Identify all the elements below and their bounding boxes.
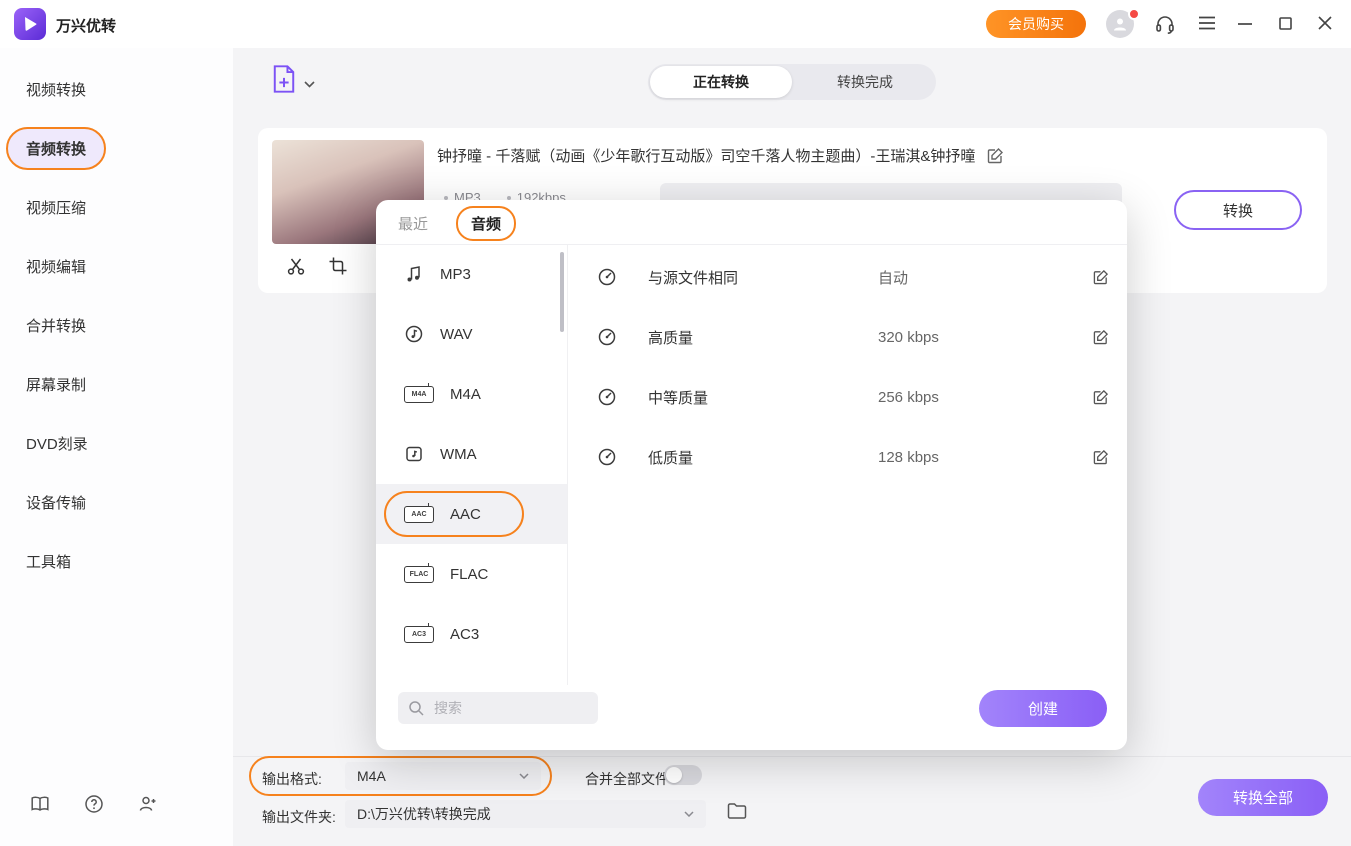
edit-quality-icon[interactable] <box>1093 269 1109 285</box>
status-tabs: 正在转换 转换完成 <box>648 64 936 100</box>
notification-dot <box>1128 8 1140 20</box>
merge-all-label: 合并全部文件 <box>585 769 669 789</box>
quality-gauge-icon <box>597 267 617 287</box>
title-bar: 万兴优转 会员购买 <box>0 0 1351 49</box>
output-format-label: 输出格式: <box>262 769 322 789</box>
sidebar-item-merge-convert[interactable]: 合并转换 <box>6 296 227 355</box>
popup-column-divider <box>567 245 568 685</box>
quality-gauge-icon <box>597 327 617 347</box>
trim-scissors-icon[interactable] <box>286 256 306 276</box>
sidebar: 视频转换 音频转换 视频压缩 视频编辑 合并转换 屏幕录制 DVD刻录 设备传输… <box>0 48 234 846</box>
app-logo-icon <box>14 8 46 40</box>
mp3-icon <box>404 264 424 284</box>
format-item-wav[interactable]: WAV <box>376 304 567 364</box>
format-item-flac[interactable]: FLAC FLAC <box>376 544 567 604</box>
quality-row-low[interactable]: 低质量 128 kbps <box>597 427 1109 487</box>
quality-gauge-icon <box>597 447 617 467</box>
buy-membership-button[interactable]: 会员购买 <box>986 10 1086 38</box>
add-file-button[interactable] <box>270 64 315 94</box>
format-list-scrollbar[interactable] <box>560 252 564 332</box>
sidebar-item-toolbox[interactable]: 工具箱 <box>6 532 227 591</box>
sidebar-item-video-edit[interactable]: 视频编辑 <box>6 237 227 296</box>
popup-tab-recent[interactable]: 最近 <box>398 213 428 234</box>
bullet-dot <box>507 196 511 200</box>
search-input[interactable] <box>432 699 576 717</box>
sidebar-item-device-transfer[interactable]: 设备传输 <box>6 473 227 532</box>
task-title: 钟抒曈 - 千落赋（动画《少年歌行互动版》司空千落人物主题曲）-王瑞淇&钟抒曈 <box>437 145 975 166</box>
convert-button[interactable]: 转换 <box>1174 190 1302 230</box>
crop-icon[interactable] <box>328 256 348 276</box>
tab-converting[interactable]: 正在转换 <box>650 66 792 98</box>
output-folder-select[interactable]: D:\万兴优转\转换完成 <box>345 800 706 828</box>
close-button[interactable] <box>1318 16 1332 30</box>
edit-quality-icon[interactable] <box>1093 329 1109 345</box>
open-folder-icon[interactable] <box>727 802 747 820</box>
maximize-button[interactable] <box>1279 17 1292 30</box>
edit-quality-icon[interactable] <box>1093 449 1109 465</box>
ac3-icon: AC3 <box>404 626 434 643</box>
aac-icon: AAC <box>404 506 434 523</box>
create-preset-button[interactable]: 创建 <box>979 690 1107 727</box>
quality-row-same-as-source[interactable]: 与源文件相同 自动 <box>597 247 1109 307</box>
format-item-wma[interactable]: WMA <box>376 424 567 484</box>
sidebar-item-audio-convert[interactable]: 音频转换 <box>6 119 227 178</box>
chevron-down-icon <box>519 773 529 779</box>
popup-tab-audio[interactable]: 音频 <box>456 206 516 241</box>
format-popup: 最近 音频 MP3 WAV M4A M4A <box>376 200 1127 750</box>
sidebar-item-video-compress[interactable]: 视频压缩 <box>6 178 227 237</box>
flac-icon: FLAC <box>404 566 434 583</box>
manual-book-icon[interactable] <box>30 794 50 814</box>
help-icon[interactable] <box>84 794 104 814</box>
wma-icon <box>404 444 424 464</box>
format-item-m4a[interactable]: M4A M4A <box>376 364 567 424</box>
format-item-ac3[interactable]: AC3 AC3 <box>376 604 567 664</box>
sidebar-item-video-convert[interactable]: 视频转换 <box>6 60 227 119</box>
quality-gauge-icon <box>597 387 617 407</box>
menu-icon[interactable] <box>1198 16 1216 30</box>
app-title: 万兴优转 <box>56 15 116 36</box>
support-headset-icon[interactable] <box>1154 13 1176 35</box>
format-search-box[interactable] <box>398 692 598 724</box>
quality-row-medium[interactable]: 中等质量 256 kbps <box>597 367 1109 427</box>
search-icon <box>408 700 424 716</box>
m4a-icon: M4A <box>404 386 434 403</box>
edit-title-icon[interactable] <box>987 147 1004 164</box>
chevron-down-icon <box>684 811 694 817</box>
minimize-button[interactable] <box>1238 23 1252 25</box>
output-folder-label: 输出文件夹: <box>262 807 336 827</box>
sidebar-item-dvd-burn[interactable]: DVD刻录 <box>6 414 227 473</box>
footer-divider <box>233 756 1351 757</box>
convert-all-button[interactable]: 转换全部 <box>1198 779 1328 816</box>
output-format-select[interactable]: M4A <box>345 762 541 790</box>
quality-row-high[interactable]: 高质量 320 kbps <box>597 307 1109 367</box>
merge-all-toggle[interactable] <box>664 765 702 785</box>
wav-icon <box>404 324 424 344</box>
sidebar-item-screen-record[interactable]: 屏幕录制 <box>6 355 227 414</box>
invite-user-icon[interactable] <box>138 794 158 814</box>
toggle-knob <box>666 767 682 783</box>
tab-finished[interactable]: 转换完成 <box>794 66 936 98</box>
bullet-dot <box>444 196 448 200</box>
format-item-mp3[interactable]: MP3 <box>376 244 567 304</box>
chevron-down-icon <box>304 81 315 88</box>
edit-quality-icon[interactable] <box>1093 389 1109 405</box>
app-window: 万兴优转 会员购买 视频转换 音 <box>0 0 1351 846</box>
format-item-aac[interactable]: AAC AAC <box>376 484 567 544</box>
